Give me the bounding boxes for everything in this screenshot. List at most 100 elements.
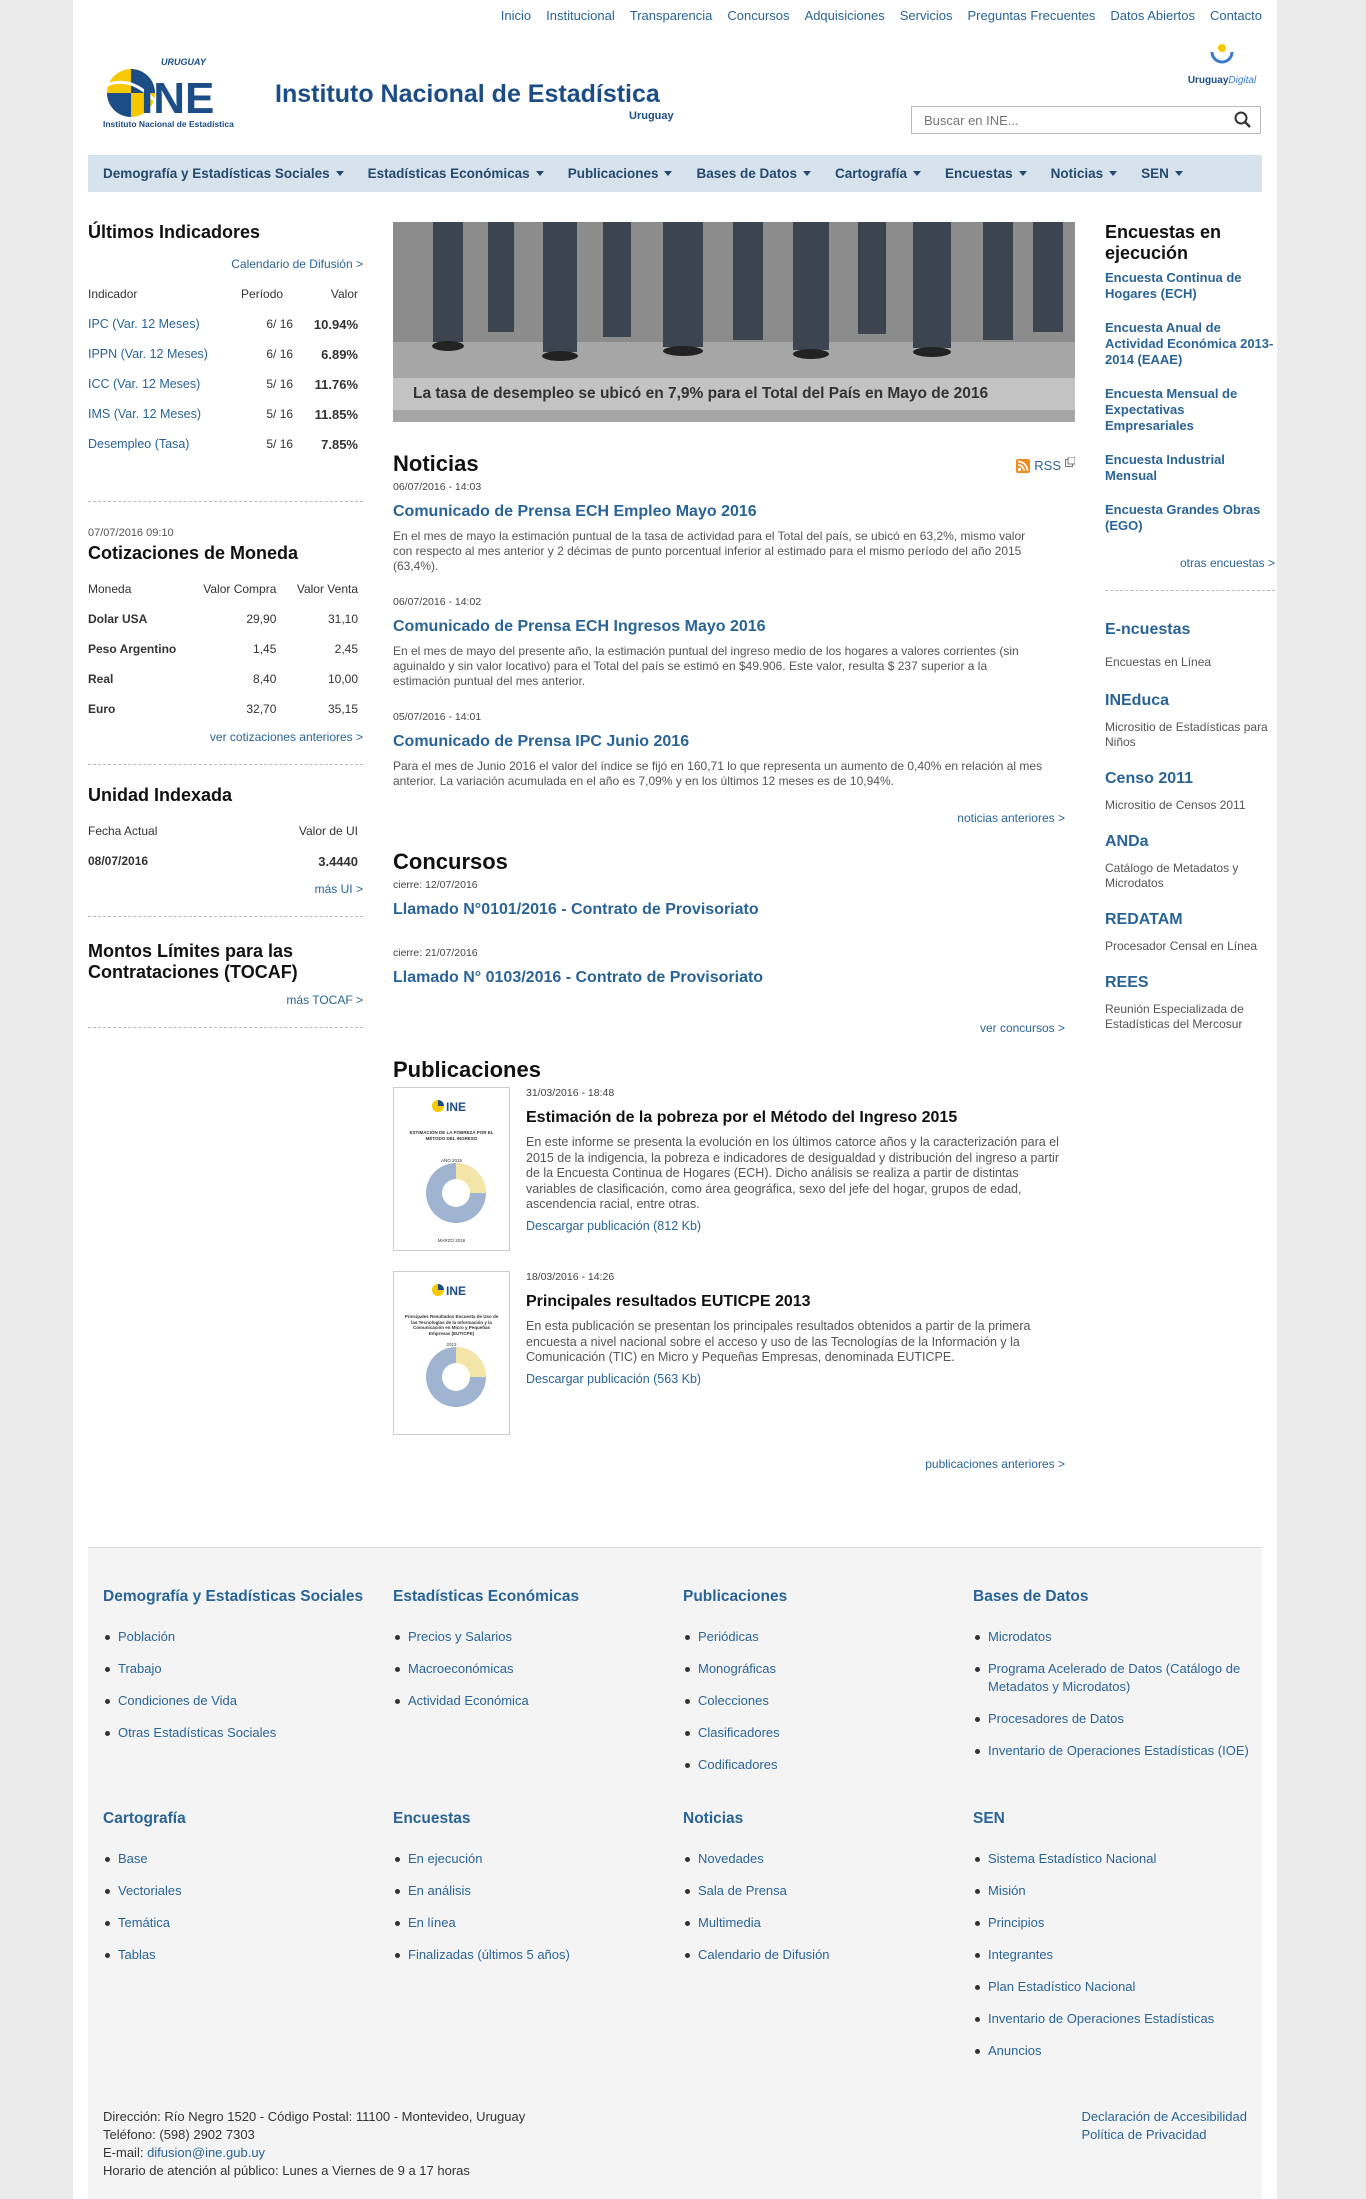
footer-link[interactable]: Integrantes <box>973 1946 1253 1964</box>
footer-link[interactable]: Precios y Salarios <box>393 1628 673 1646</box>
footer-link[interactable]: Sala de Prensa <box>683 1882 963 1900</box>
footer-link[interactable]: Monográficas <box>683 1660 963 1678</box>
footer-link[interactable]: Procesadores de Datos <box>973 1710 1253 1728</box>
top-nav-link[interactable]: Institucional <box>546 8 615 23</box>
footer-link[interactable]: En análisis <box>393 1882 673 1900</box>
concurso-title-link[interactable]: Llamado N°0101/2016 - Contrato de Provis… <box>393 901 1075 919</box>
ine-logo[interactable]: URUGUAY INE Instituto Nacional de Estadí… <box>101 55 251 130</box>
footer-link[interactable]: Población <box>103 1628 383 1646</box>
menu-item[interactable]: Publicaciones <box>568 166 673 181</box>
microsite-link[interactable]: Censo 2011 <box>1105 770 1275 788</box>
footer-link[interactable]: Colecciones <box>683 1692 963 1710</box>
indicator-link[interactable]: IPPN (Var. 12 Meses) <box>88 347 208 361</box>
footer-link[interactable]: Finalizadas (últimos 5 años) <box>393 1946 673 1964</box>
indicator-link[interactable]: ICC (Var. 12 Meses) <box>88 377 200 391</box>
indicator-link[interactable]: IPC (Var. 12 Meses) <box>88 317 200 331</box>
encuesta-link[interactable]: Encuesta Anual de Actividad Económica 20… <box>1105 320 1275 368</box>
noticias-anteriores-link[interactable]: noticias anteriores > <box>393 811 1075 825</box>
cotizaciones-anteriores-link[interactable]: ver cotizaciones anteriores > <box>88 730 363 744</box>
email-link[interactable]: difusion@ine.gub.uy <box>147 2145 265 2160</box>
footer-column-title[interactable]: Bases de Datos <box>973 1588 1253 1606</box>
footer-link[interactable]: Inventario de Operaciones Estadísticas (… <box>973 1742 1253 1760</box>
footer-column-title[interactable]: Noticias <box>683 1810 963 1828</box>
publicacion-title-link[interactable]: Estimación de la pobreza por el Método d… <box>526 1109 1066 1127</box>
microsite-link[interactable]: ANDa <box>1105 833 1275 851</box>
descargar-link[interactable]: Descargar publicación (563 Kb) <box>526 1372 1066 1386</box>
top-nav-link[interactable]: Transparencia <box>630 8 713 23</box>
footer-link[interactable]: Principios <box>973 1914 1253 1932</box>
top-nav-link[interactable]: Datos Abiertos <box>1110 8 1195 23</box>
microsite-link[interactable]: REDATAM <box>1105 911 1275 929</box>
footer-link[interactable]: Condiciones de Vida <box>103 1692 383 1710</box>
news-title-link[interactable]: Comunicado de Prensa ECH Ingresos Mayo 2… <box>393 618 1075 636</box>
mas-ui-link[interactable]: más UI > <box>88 882 363 896</box>
descargar-link[interactable]: Descargar publicación (812 Kb) <box>526 1219 1066 1233</box>
mas-tocaf-link[interactable]: más TOCAF > <box>88 993 363 1007</box>
footer-link[interactable]: Temática <box>103 1914 383 1932</box>
microsite-link[interactable]: E-ncuestas <box>1105 621 1275 639</box>
footer-link[interactable]: Inventario de Operaciones Estadísticas <box>973 2010 1253 2028</box>
footer-link[interactable]: Macroeconómicas <box>393 1660 673 1678</box>
footer-column-title[interactable]: Estadísticas Económicas <box>393 1588 673 1606</box>
encuesta-link[interactable]: Encuesta Continua de Hogares (ECH) <box>1105 270 1275 302</box>
banner-caption[interactable]: La tasa de desempleo se ubicó en 7,9% pa… <box>393 378 1075 410</box>
top-nav-link[interactable]: Inicio <box>501 8 531 23</box>
footer-link[interactable]: Calendario de Difusión <box>683 1946 963 1964</box>
privacidad-link[interactable]: Política de Privacidad <box>1082 2126 1247 2144</box>
menu-item[interactable]: Cartografía <box>835 166 922 181</box>
footer-link[interactable]: Multimedia <box>683 1914 963 1932</box>
menu-item[interactable]: Noticias <box>1051 166 1118 181</box>
microsite-link[interactable]: REES <box>1105 974 1275 992</box>
footer-link[interactable]: Otras Estadísticas Sociales <box>103 1724 383 1742</box>
publicacion-cover[interactable]: INE ESTIMACIÓN DE LA POBREZA POR EL MÉTOD… <box>393 1087 510 1251</box>
encuesta-link[interactable]: Encuesta Industrial Mensual <box>1105 452 1275 484</box>
footer-link[interactable]: Anuncios <box>973 2042 1253 2060</box>
footer-link[interactable]: Periódicas <box>683 1628 963 1646</box>
footer-column-title[interactable]: Cartografía <box>103 1810 383 1828</box>
top-nav-link[interactable]: Adquisiciones <box>805 8 885 23</box>
publicacion-cover[interactable]: INE Principales Resultados Encuesta de Us… <box>393 1271 510 1435</box>
indicator-link[interactable]: Desempleo (Tasa) <box>88 437 189 451</box>
search-icon[interactable] <box>1234 111 1252 129</box>
footer-column-title[interactable]: Demografía y Estadísticas Sociales <box>103 1588 383 1606</box>
footer-link[interactable]: Base <box>103 1850 383 1868</box>
footer-link[interactable]: Clasificadores <box>683 1724 963 1742</box>
top-nav-link[interactable]: Servicios <box>900 8 953 23</box>
top-nav-link[interactable]: Concursos <box>727 8 789 23</box>
top-nav-link[interactable]: Contacto <box>1210 8 1262 23</box>
footer-link[interactable]: Misión <box>973 1882 1253 1900</box>
footer-link[interactable]: Tablas <box>103 1946 383 1964</box>
rss-link[interactable]: RSS <box>1016 456 1075 473</box>
concurso-title-link[interactable]: Llamado N° 0103/2016 - Contrato de Provi… <box>393 969 1075 987</box>
search-input[interactable] <box>912 107 1222 133</box>
indicator-link[interactable]: IMS (Var. 12 Meses) <box>88 407 201 421</box>
encuesta-link[interactable]: Encuesta Grandes Obras (EGO) <box>1105 502 1275 534</box>
menu-item[interactable]: Bases de Datos <box>696 166 812 181</box>
encuesta-link[interactable]: Encuesta Mensual de Expectativas Empresa… <box>1105 386 1275 434</box>
footer-link[interactable]: Novedades <box>683 1850 963 1868</box>
otras-encuestas-link[interactable]: otras encuestas > <box>1105 556 1275 570</box>
menu-item[interactable]: SEN <box>1141 166 1183 181</box>
footer-link[interactable]: Codificadores <box>683 1756 963 1774</box>
footer-column-title[interactable]: SEN <box>973 1810 1253 1828</box>
footer-column-title[interactable]: Publicaciones <box>683 1588 963 1606</box>
banner-slide[interactable]: La tasa de desempleo se ubicó en 7,9% pa… <box>393 222 1075 422</box>
menu-item[interactable]: Estadísticas Económicas <box>368 166 544 181</box>
footer-link[interactable]: Actividad Económica <box>393 1692 673 1710</box>
top-nav-link[interactable]: Preguntas Frecuentes <box>968 8 1096 23</box>
footer-column-title[interactable]: Encuestas <box>393 1810 673 1828</box>
calendario-link[interactable]: Calendario de Difusión > <box>88 257 363 271</box>
footer-link[interactable]: En ejecución <box>393 1850 673 1868</box>
publicaciones-anteriores-link[interactable]: publicaciones anteriores > <box>393 1457 1075 1471</box>
uruguay-digital-logo[interactable]: UruguayDigital <box>1182 40 1262 86</box>
microsite-link[interactable]: INEduca <box>1105 692 1275 710</box>
footer-link[interactable]: Plan Estadístico Nacional <box>973 1978 1253 1996</box>
footer-link[interactable]: Microdatos <box>973 1628 1253 1646</box>
news-title-link[interactable]: Comunicado de Prensa ECH Empleo Mayo 201… <box>393 503 1075 521</box>
footer-link[interactable]: Vectoriales <box>103 1882 383 1900</box>
publicacion-title-link[interactable]: Principales resultados EUTICPE 2013 <box>526 1293 1066 1311</box>
menu-item[interactable]: Demografía y Estadísticas Sociales <box>103 166 344 181</box>
news-title-link[interactable]: Comunicado de Prensa IPC Junio 2016 <box>393 733 1075 751</box>
footer-link[interactable]: Trabajo <box>103 1660 383 1678</box>
footer-link[interactable]: Sistema Estadístico Nacional <box>973 1850 1253 1868</box>
